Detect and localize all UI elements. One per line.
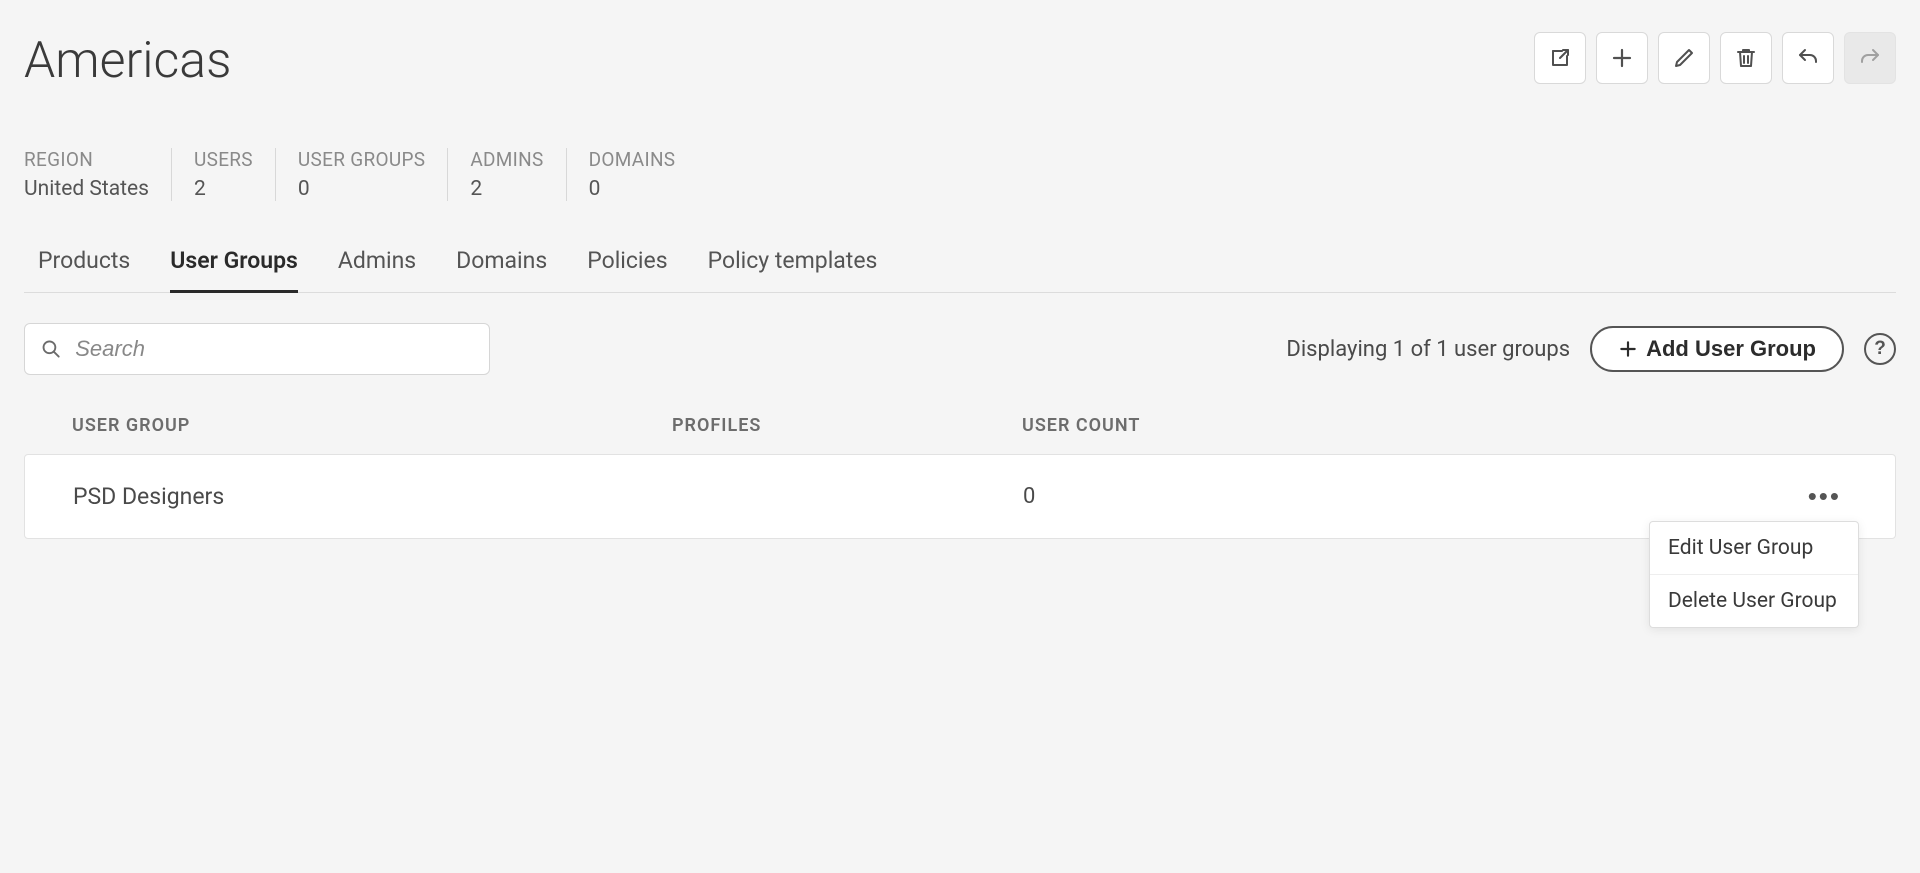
table-row[interactable]: PSD Designers 0 ••• Edit User Group Dele… — [24, 454, 1896, 539]
plus-icon — [1618, 339, 1638, 359]
delete-button[interactable] — [1720, 32, 1772, 84]
display-count-text: Displaying 1 of 1 user groups — [1286, 337, 1570, 362]
menu-edit-user-group[interactable]: Edit User Group — [1650, 522, 1858, 575]
column-user-count: USER COUNT — [1022, 415, 1422, 436]
export-button[interactable] — [1534, 32, 1586, 84]
stat-user-groups: USER GROUPS 0 — [276, 148, 448, 201]
trash-icon — [1734, 46, 1758, 70]
redo-button — [1844, 32, 1896, 84]
search-icon — [41, 338, 61, 360]
stat-domains: DOMAINS 0 — [567, 148, 698, 201]
stat-admins: ADMINS 2 — [448, 148, 566, 201]
undo-icon — [1796, 46, 1820, 70]
row-user-group-name: PSD Designers — [73, 483, 673, 510]
stat-value: 2 — [470, 177, 543, 201]
column-profiles: PROFILES — [672, 415, 1022, 436]
stat-value: 2 — [194, 177, 253, 201]
stat-users: USERS 2 — [172, 148, 276, 201]
tab-domains[interactable]: Domains — [456, 247, 547, 292]
stat-value: 0 — [298, 177, 425, 201]
add-button[interactable] — [1596, 32, 1648, 84]
tab-admins[interactable]: Admins — [338, 247, 416, 292]
row-actions-menu: Edit User Group Delete User Group — [1649, 521, 1859, 628]
add-user-group-button[interactable]: Add User Group — [1590, 326, 1844, 372]
edit-button[interactable] — [1658, 32, 1710, 84]
toolbar — [1534, 32, 1896, 84]
column-user-group: USER GROUP — [72, 415, 672, 436]
plus-icon — [1610, 46, 1634, 70]
tabs: Products User Groups Admins Domains Poli… — [24, 247, 1896, 293]
search-input[interactable] — [75, 336, 473, 362]
redo-icon — [1858, 46, 1882, 70]
stats-bar: REGION United States USERS 2 USER GROUPS… — [24, 148, 1896, 201]
more-icon: ••• — [1808, 481, 1841, 511]
stat-value: 0 — [589, 177, 676, 201]
help-icon: ? — [1874, 338, 1886, 360]
stat-label: ADMINS — [470, 148, 543, 171]
page-title: Americas — [24, 32, 231, 90]
tab-policies[interactable]: Policies — [587, 247, 667, 292]
tab-user-groups[interactable]: User Groups — [170, 247, 298, 293]
stat-value: United States — [24, 177, 149, 201]
menu-delete-user-group[interactable]: Delete User Group — [1650, 575, 1858, 627]
pencil-icon — [1672, 46, 1696, 70]
undo-button[interactable] — [1782, 32, 1834, 84]
row-user-count: 0 — [1023, 484, 1423, 509]
search-box[interactable] — [24, 323, 490, 375]
row-more-button[interactable]: ••• — [1802, 477, 1847, 516]
tab-products[interactable]: Products — [38, 247, 130, 292]
add-user-group-label: Add User Group — [1646, 336, 1816, 362]
help-button[interactable]: ? — [1864, 333, 1896, 365]
stat-label: USER GROUPS — [298, 148, 425, 171]
stat-label: USERS — [194, 148, 253, 171]
user-group-table: USER GROUP PROFILES USER COUNT PSD Desig… — [24, 415, 1896, 539]
stat-label: DOMAINS — [589, 148, 676, 171]
export-icon — [1548, 46, 1572, 70]
stat-label: REGION — [24, 148, 149, 171]
stat-region: REGION United States — [24, 148, 172, 201]
tab-policy-templates[interactable]: Policy templates — [708, 247, 878, 292]
